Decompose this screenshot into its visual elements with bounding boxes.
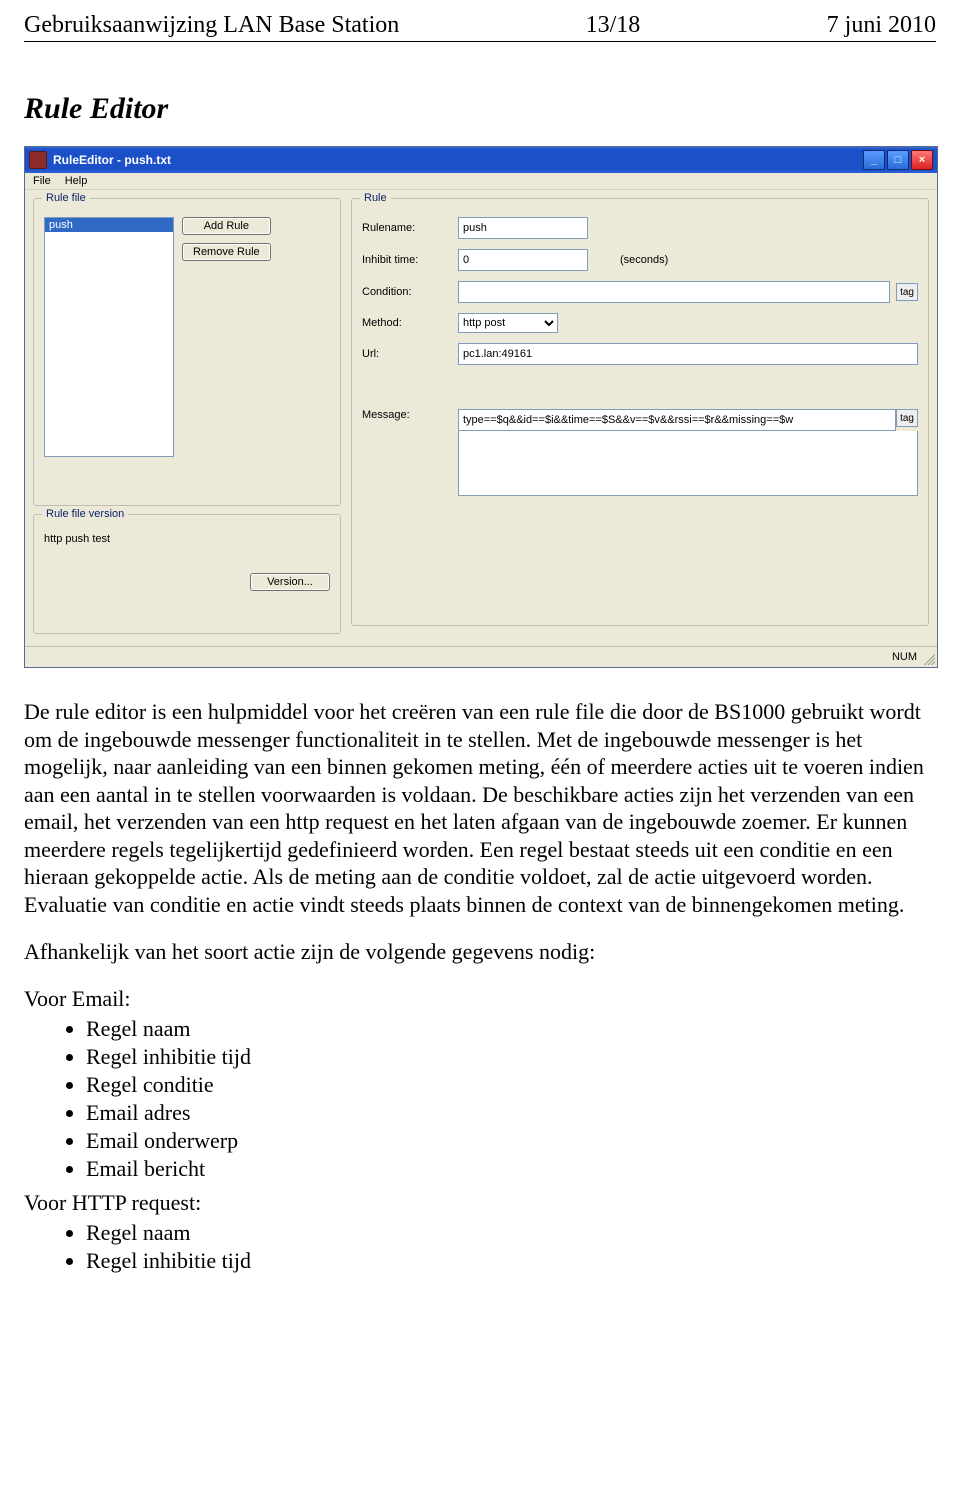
condition-tag-button[interactable]: tag <box>896 283 918 301</box>
email-label: Voor Email: <box>24 986 936 1012</box>
version-text: http push test <box>44 533 330 545</box>
list-item: Email bericht <box>86 1156 936 1182</box>
version-button[interactable]: Version... <box>250 573 330 591</box>
list-item: Email onderwerp <box>86 1128 936 1154</box>
seconds-label: (seconds) <box>620 254 668 266</box>
list-item: Regel naam <box>86 1016 936 1042</box>
titlebar: RuleEditor - push.txt _ □ × <box>25 147 937 173</box>
rule-editor-window: RuleEditor - push.txt _ □ × File Help Ru… <box>24 146 938 668</box>
section-title: Rule Editor <box>24 92 936 126</box>
rule-group: Rule Rulename: Inhibit time: (seconds) <box>351 198 929 626</box>
list-item: Regel inhibitie tijd <box>86 1248 936 1274</box>
message-tag-button[interactable]: tag <box>896 409 918 427</box>
header-left: Gebruiksaanwijzing LAN Base Station <box>24 12 399 39</box>
paragraph-1: De rule editor is een hulpmiddel voor he… <box>24 698 936 918</box>
minimize-button[interactable]: _ <box>863 150 885 170</box>
inhibit-label: Inhibit time: <box>362 254 452 266</box>
message-label: Message: <box>362 409 452 421</box>
rule-file-group: Rule file push Add Rule Remove Rule <box>33 198 341 506</box>
app-icon <box>29 151 47 169</box>
maximize-button[interactable]: □ <box>887 150 909 170</box>
rule-file-version-group: Rule file version http push test Version… <box>33 514 341 634</box>
list-item: Regel naam <box>86 1220 936 1246</box>
page-header: Gebruiksaanwijzing LAN Base Station 13/1… <box>24 12 936 42</box>
http-list: Regel naamRegel inhibitie tijd <box>24 1220 936 1274</box>
paragraph-2: Afhankelijk van het soort actie zijn de … <box>24 938 936 966</box>
list-item: Regel inhibitie tijd <box>86 1044 936 1070</box>
list-item: Regel conditie <box>86 1072 936 1098</box>
rule-file-legend: Rule file <box>42 192 90 204</box>
menu-help[interactable]: Help <box>65 175 88 187</box>
http-label: Voor HTTP request: <box>24 1190 936 1216</box>
url-label: Url: <box>362 348 452 360</box>
close-button[interactable]: × <box>911 150 933 170</box>
email-list: Regel naamRegel inhibitie tijdRegel cond… <box>24 1016 936 1182</box>
rulename-input[interactable] <box>458 217 588 239</box>
status-num: NUM <box>892 651 917 663</box>
message-input[interactable] <box>458 409 896 431</box>
menubar: File Help <box>25 173 937 190</box>
rule-list-item-selected[interactable]: push <box>45 218 173 232</box>
resize-grip-icon[interactable] <box>921 651 935 665</box>
url-input[interactable] <box>458 343 918 365</box>
message-textarea[interactable] <box>458 431 918 496</box>
statusbar: NUM <box>25 646 937 667</box>
window-title: RuleEditor - push.txt <box>53 153 861 167</box>
remove-rule-button[interactable]: Remove Rule <box>182 243 271 261</box>
method-select[interactable]: http post <box>458 313 558 333</box>
menu-file[interactable]: File <box>33 175 51 187</box>
rulename-label: Rulename: <box>362 222 452 234</box>
method-label: Method: <box>362 317 452 329</box>
list-item: Email adres <box>86 1100 936 1126</box>
header-right: 7 juni 2010 <box>827 12 936 39</box>
rule-legend: Rule <box>360 192 391 204</box>
version-legend: Rule file version <box>42 508 128 520</box>
rule-list[interactable]: push <box>44 217 174 457</box>
add-rule-button[interactable]: Add Rule <box>182 217 271 235</box>
header-center: 13/18 <box>586 12 641 39</box>
condition-label: Condition: <box>362 286 452 298</box>
condition-input[interactable] <box>458 281 890 303</box>
inhibit-input[interactable] <box>458 249 588 271</box>
